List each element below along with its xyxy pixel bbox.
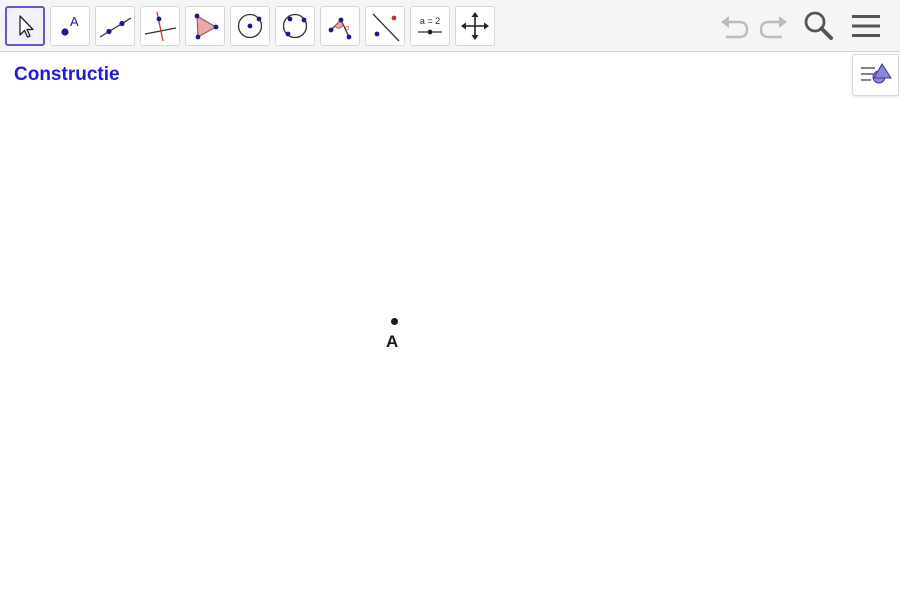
toolbar: A α a = 2 bbox=[0, 0, 900, 52]
move-graphics-view-icon bbox=[461, 12, 489, 40]
circle-center-point-icon bbox=[237, 13, 263, 39]
line-through-two-points-icon bbox=[99, 17, 132, 38]
perpendicular-line-icon bbox=[144, 11, 177, 42]
tool-point[interactable]: A bbox=[50, 6, 90, 46]
tool-circle[interactable] bbox=[230, 6, 270, 46]
menu-button[interactable] bbox=[848, 8, 884, 44]
style-bar-toggle[interactable] bbox=[852, 54, 899, 96]
angle-icon: α bbox=[328, 17, 352, 40]
menu-icon bbox=[852, 15, 880, 37]
point-icon: A bbox=[61, 14, 79, 36]
tool-perpendicular-line[interactable] bbox=[140, 6, 180, 46]
point-icon-label: A bbox=[70, 14, 79, 29]
undo-button[interactable] bbox=[717, 8, 753, 44]
tool-circle-three-points[interactable] bbox=[275, 6, 315, 46]
redo-icon bbox=[759, 16, 787, 39]
search-button[interactable] bbox=[801, 8, 837, 44]
arrow-pointer-icon bbox=[19, 15, 34, 38]
point-a[interactable] bbox=[391, 318, 398, 325]
slider-icon: a = 2 bbox=[418, 16, 442, 35]
tool-move[interactable] bbox=[5, 6, 45, 46]
angle-icon-label: α bbox=[345, 25, 349, 32]
reflect-about-line-icon bbox=[372, 13, 400, 42]
tool-slider[interactable]: a = 2 bbox=[410, 6, 450, 46]
tool-polygon[interactable] bbox=[185, 6, 225, 46]
search-icon bbox=[804, 11, 833, 40]
slider-icon-label: a = 2 bbox=[420, 16, 440, 26]
circle-three-points-icon bbox=[282, 13, 308, 39]
undo-icon bbox=[721, 16, 749, 39]
polygon-icon bbox=[194, 13, 219, 40]
redo-button[interactable] bbox=[755, 8, 791, 44]
construction-title: Constructie bbox=[14, 64, 120, 85]
tool-move-graphics-view[interactable] bbox=[455, 6, 495, 46]
tool-reflect[interactable] bbox=[365, 6, 405, 46]
style-bar-icon bbox=[861, 63, 892, 84]
tool-angle[interactable]: α bbox=[320, 6, 360, 46]
point-a-label: A bbox=[386, 332, 399, 351]
graphics-view[interactable] bbox=[0, 53, 900, 600]
tool-line[interactable] bbox=[95, 6, 135, 46]
